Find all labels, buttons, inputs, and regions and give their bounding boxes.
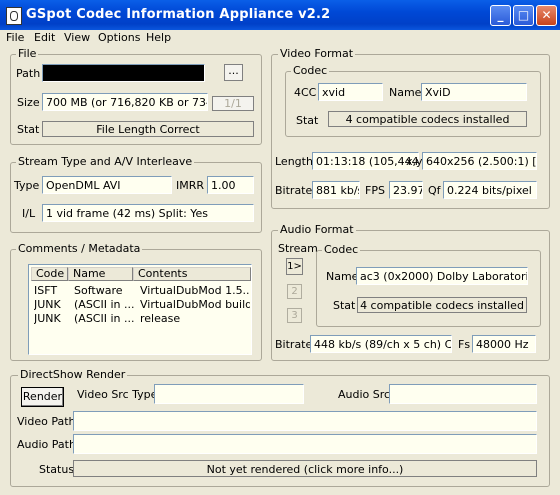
page-indicator: 1/1: [212, 96, 254, 111]
video-stat-value: 4 compatible codecs installed: [328, 111, 527, 127]
comments-group-title: Comments / Metadata: [16, 242, 143, 255]
audio-src-field[interactable]: [389, 384, 537, 404]
video-codec-title: Codec: [291, 64, 330, 77]
row2-name[interactable]: (ASCII in ...: [74, 298, 134, 311]
audio-src-label: Audio Src: [338, 388, 391, 401]
minimize-button[interactable]: _: [490, 5, 511, 26]
audio-codec-group: [316, 250, 541, 327]
audio-path-field[interactable]: [73, 434, 537, 454]
menu-options[interactable]: Options: [98, 31, 140, 44]
stream-2-button[interactable]: 2: [287, 284, 302, 299]
maximize-button[interactable]: □: [513, 5, 534, 26]
imrr-field[interactable]: 1.00: [207, 176, 254, 194]
audio-format-title: Audio Format: [278, 223, 356, 236]
video-bitrate-label: Bitrate: [275, 184, 313, 197]
fps-field[interactable]: 23.976: [389, 181, 423, 199]
video-src-type-field[interactable]: [154, 384, 304, 404]
row2-code[interactable]: JUNK: [34, 298, 69, 311]
video-path-field[interactable]: [73, 411, 537, 431]
audio-name-label: Name: [326, 270, 359, 283]
stream-1-button[interactable]: 1>: [286, 258, 303, 275]
video-name-field[interactable]: XviD: [421, 83, 527, 101]
file-stat-label: Stat: [17, 123, 40, 136]
xy-label: x,y: [406, 155, 423, 168]
directshow-title: DirectShow Render: [18, 368, 128, 381]
menu-file[interactable]: File: [6, 31, 24, 44]
metadata-list[interactable]: Code Name Contents ISFT Software Virtual…: [28, 264, 252, 355]
menu-view[interactable]: View: [64, 31, 90, 44]
fs-label: Fs: [458, 338, 471, 351]
length-label: Length: [275, 155, 313, 168]
video-path-label: Video Path: [17, 415, 76, 428]
audio-bitrate-field[interactable]: 448 kb/s (89/ch x 5 ch) CBR: [310, 335, 452, 353]
column-code[interactable]: Code: [31, 267, 68, 281]
row3-code[interactable]: JUNK: [34, 312, 69, 325]
fs-field[interactable]: 48000 Hz: [472, 335, 536, 353]
row3-contents[interactable]: release: [140, 312, 250, 325]
menu-edit[interactable]: Edit: [34, 31, 55, 44]
app-icon: [6, 7, 22, 25]
audio-stat-label: Stat: [333, 299, 356, 312]
stream-group: [10, 162, 262, 233]
size-field[interactable]: 700 MB (or 716,820 KB or 734,023: [42, 93, 208, 111]
qf-field[interactable]: 0.224 bits/pixel: [443, 181, 537, 199]
menu-help[interactable]: Help: [146, 31, 171, 44]
row3-name[interactable]: (ASCII in ...: [74, 312, 134, 325]
audio-stat-value: 4 compatible codecs installed: [357, 297, 527, 313]
audio-path-label: Audio Path: [17, 438, 76, 451]
title-bar: GSpot Codec Information Appliance v2.2 _…: [0, 0, 560, 30]
stream-group-title: Stream Type and A/V Interleave: [16, 155, 195, 168]
imrr-label: IMRR: [176, 179, 205, 192]
row2-contents[interactable]: VirtualDubMod build...: [140, 298, 250, 311]
row1-name[interactable]: Software: [74, 284, 134, 297]
menu-bar: File Edit View Options Help: [0, 30, 560, 46]
video-codec-group: [285, 71, 541, 137]
file-group-title: File: [16, 47, 39, 60]
status-label: Status: [39, 463, 75, 476]
row1-contents[interactable]: VirtualDubMod 1.5...: [140, 284, 250, 297]
stream-label: Stream: [278, 242, 318, 255]
fourcc-field[interactable]: xvid: [318, 83, 383, 101]
fps-label: FPS: [365, 184, 385, 197]
video-bitrate-field[interactable]: 881 kb/s: [312, 181, 360, 199]
type-field[interactable]: OpenDML AVI: [42, 176, 172, 194]
video-format-title: Video Format: [278, 47, 356, 60]
qf-label: Qf: [428, 184, 441, 197]
column-contents[interactable]: Contents: [133, 267, 251, 281]
status-value[interactable]: Not yet rendered (click more info...): [73, 460, 537, 477]
type-label: Type: [14, 179, 40, 192]
browse-button[interactable]: ...: [224, 64, 243, 81]
column-name[interactable]: Name: [68, 267, 133, 281]
row1-code[interactable]: ISFT: [34, 284, 69, 297]
il-label: I/L: [22, 207, 36, 220]
path-label: Path: [16, 67, 41, 80]
xy-field[interactable]: 640x256 (2.500:1) [~5:2: [422, 152, 537, 170]
audio-name-field[interactable]: ac3 (0x2000) Dolby Laboratories, In: [356, 267, 528, 285]
fourcc-label: 4CC: [294, 86, 317, 99]
length-field[interactable]: 01:13:18 (105,444: [312, 152, 419, 170]
stream-3-button[interactable]: 3: [287, 308, 302, 323]
render-button[interactable]: Render: [21, 387, 64, 407]
file-stat-value: File Length Correct: [42, 121, 254, 137]
audio-bitrate-label: Bitrate: [275, 338, 313, 351]
window-title: GSpot Codec Information Appliance v2.2: [26, 7, 331, 22]
path-field[interactable]: [42, 64, 205, 82]
close-button[interactable]: ✕: [536, 5, 557, 26]
il-field[interactable]: 1 vid frame (42 ms) Split: Yes: [42, 204, 254, 222]
video-src-type-label: Video Src Type: [77, 388, 158, 401]
video-name-label: Name: [389, 86, 422, 99]
audio-codec-title: Codec: [322, 243, 361, 256]
video-stat-label: Stat: [296, 114, 319, 127]
size-label: Size: [17, 96, 40, 109]
